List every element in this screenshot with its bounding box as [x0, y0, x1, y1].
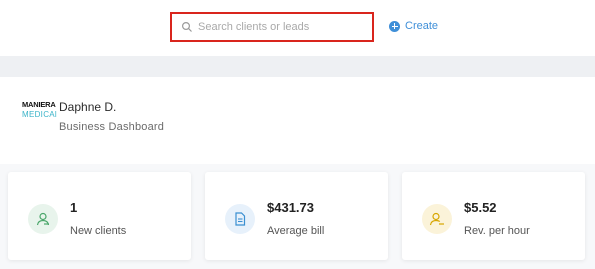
search-input[interactable]: [198, 21, 358, 33]
profile-subtitle: Business Dashboard: [59, 121, 165, 133]
stat-card-rev-per-hour[interactable]: $5.52 Rev. per hour: [402, 172, 585, 260]
stat-value: $5.52: [464, 200, 497, 215]
stats-area: 1 New clients $431.73 Average bill $5.52…: [0, 164, 595, 269]
stat-value: 1: [70, 200, 78, 215]
bill-icon: [225, 204, 255, 234]
stat-label: New clients: [70, 225, 127, 237]
search-box[interactable]: [170, 12, 374, 42]
profile-name: Daphne D.: [59, 100, 117, 114]
stat-card-average-bill[interactable]: $431.73 Average bill: [205, 172, 388, 260]
create-button[interactable]: Create: [389, 18, 438, 34]
user-icon: [28, 204, 58, 234]
search-icon: [181, 21, 192, 32]
logo-line-1: MANIERA: [22, 100, 56, 109]
create-label: Create: [405, 20, 439, 32]
user-money-icon: [422, 204, 452, 234]
stat-label: Average bill: [267, 225, 325, 237]
profile-header: MANIERA MEDICAl Daphne D. Business Dashb…: [22, 100, 164, 133]
header-band: [0, 56, 595, 77]
stat-card-new-clients[interactable]: 1 New clients: [8, 172, 191, 260]
logo-line-2: MEDICAl: [22, 109, 57, 119]
business-logo: MANIERA MEDICAl: [22, 100, 57, 125]
top-bar: Create: [0, 0, 595, 56]
stat-label: Rev. per hour: [464, 225, 530, 237]
stat-value: $431.73: [267, 200, 314, 215]
plus-circle-icon: [389, 20, 400, 32]
